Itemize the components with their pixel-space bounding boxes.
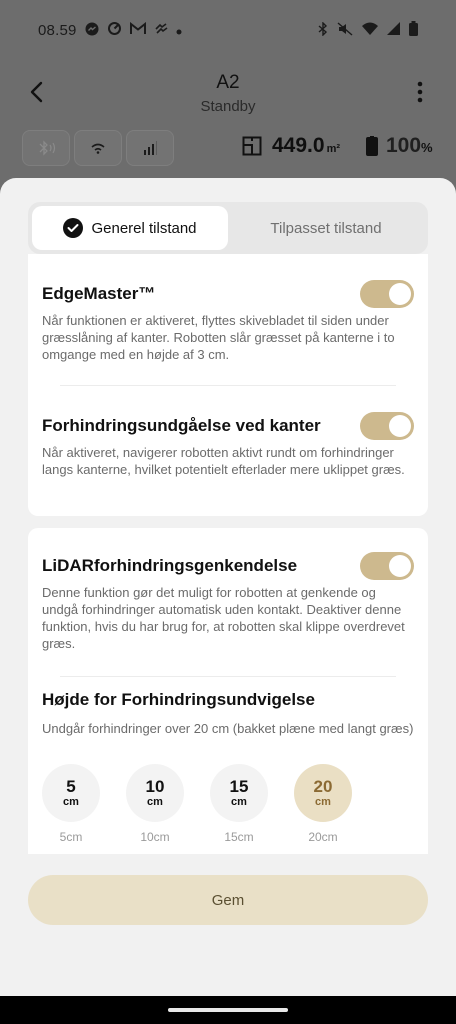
more-options-button[interactable] bbox=[408, 78, 432, 106]
edge-avoidance-title: Forhindringsundgåelse ved kanter bbox=[42, 416, 321, 435]
messenger-icon bbox=[85, 22, 99, 39]
edge-avoidance-description: Når aktiveret, navigerer robotten aktivt… bbox=[42, 445, 405, 477]
status-time: 08.59 bbox=[38, 21, 77, 39]
lidar-description: Denne funktion gør det muligt for robott… bbox=[42, 585, 405, 651]
avoid-height-description: Undgår forhindringer over 20 cm (bakket … bbox=[42, 721, 414, 736]
area-readout: 449.0 m² bbox=[242, 134, 340, 158]
system-nav-bar bbox=[0, 996, 456, 1024]
mowing-settings-sheet: Generel tilstand Tilpasset tilstand Edge… bbox=[0, 178, 456, 996]
height-option-circle-selected[interactable]: 20 cm bbox=[294, 764, 352, 822]
battery-readout: 100% bbox=[366, 134, 433, 158]
height-option-5[interactable]: 5 cm 5cm bbox=[42, 764, 100, 844]
status-left-icons bbox=[85, 21, 182, 39]
divider bbox=[60, 676, 396, 677]
height-option-unit: cm bbox=[63, 796, 79, 808]
edgemaster-toggle[interactable] bbox=[360, 280, 414, 308]
divider bbox=[60, 385, 396, 386]
height-option-label: 10cm bbox=[140, 830, 170, 844]
bluetooth-icon bbox=[318, 20, 328, 39]
gmail-icon bbox=[129, 21, 146, 38]
height-option-10[interactable]: 10 cm 10cm bbox=[126, 764, 184, 844]
height-option-unit: cm bbox=[231, 796, 247, 808]
height-option-number: 10 bbox=[145, 777, 165, 796]
app-icon bbox=[154, 22, 168, 38]
mode-tabs: Generel tilstand Tilpasset tilstand bbox=[28, 202, 428, 254]
bluetooth-connection-button[interactable] bbox=[22, 130, 70, 166]
map-area-icon bbox=[242, 136, 262, 156]
more-vertical-icon bbox=[417, 81, 423, 103]
status-bar: 08.59 bbox=[0, 0, 456, 60]
bluetooth-signal-icon bbox=[39, 140, 56, 156]
avoid-height-setting: Højde for Forhindringsundvigelse Undgår … bbox=[42, 690, 414, 737]
height-option-circle[interactable]: 5 cm bbox=[42, 764, 100, 822]
height-option-circle[interactable]: 10 cm bbox=[126, 764, 184, 822]
tab-general-mode-label: Generel tilstand bbox=[91, 219, 197, 237]
avoid-height-title: Højde for Forhindringsundvigelse bbox=[42, 690, 315, 709]
tab-general-mode[interactable]: Generel tilstand bbox=[32, 206, 228, 250]
height-option-number: 20 bbox=[313, 777, 333, 796]
battery-value: 100 bbox=[386, 134, 422, 157]
lidar-setting: LiDARforhindringsgenkendelse Denne funkt… bbox=[42, 552, 414, 652]
height-option-20[interactable]: 20 cm 20cm bbox=[294, 764, 352, 844]
device-info-row: 449.0 m² 100% bbox=[22, 130, 442, 166]
device-title: A2 bbox=[216, 72, 240, 93]
height-option-label: 5cm bbox=[59, 830, 83, 844]
cellular-connection-button[interactable] bbox=[126, 130, 174, 166]
height-option-label: 15cm bbox=[224, 830, 254, 844]
sync-icon bbox=[107, 21, 122, 39]
device-status: Standby bbox=[200, 98, 256, 115]
tab-custom-mode[interactable]: Tilpasset tilstand bbox=[228, 206, 424, 250]
battery-icon bbox=[409, 21, 418, 39]
height-option-number: 15 bbox=[229, 777, 249, 796]
device-battery-icon bbox=[366, 136, 378, 156]
toggle-knob bbox=[389, 555, 411, 577]
home-indicator[interactable] bbox=[168, 1008, 288, 1012]
background-app: 08.59 A2 Standby 449.0 m² 100% bbox=[0, 0, 456, 200]
cellular-signal-icon bbox=[144, 141, 157, 155]
height-option-label: 20cm bbox=[308, 830, 338, 844]
signal-icon bbox=[387, 22, 400, 38]
wifi-connection-button[interactable] bbox=[74, 130, 122, 166]
toggle-knob bbox=[389, 283, 411, 305]
height-option-15[interactable]: 15 cm 15cm bbox=[210, 764, 268, 844]
dot-icon bbox=[176, 23, 182, 38]
save-button[interactable]: Gem bbox=[28, 875, 428, 925]
edgemaster-description: Når funktionen er aktiveret, flyttes ski… bbox=[42, 313, 395, 362]
area-unit: m² bbox=[326, 143, 341, 155]
edge-avoidance-toggle[interactable] bbox=[360, 412, 414, 440]
battery-unit: % bbox=[421, 140, 433, 155]
toggle-knob bbox=[389, 415, 411, 437]
lidar-toggle[interactable] bbox=[360, 552, 414, 580]
edge-avoidance-setting: Forhindringsundgåelse ved kanter Når akt… bbox=[42, 412, 414, 478]
status-right-icons bbox=[318, 20, 418, 39]
check-circle-icon bbox=[63, 218, 84, 238]
app-header: A2 Standby bbox=[0, 68, 456, 120]
mute-icon bbox=[337, 21, 353, 39]
area-value: 449.0 bbox=[272, 134, 325, 157]
wifi-signal-icon bbox=[91, 143, 105, 154]
tab-custom-mode-label: Tilpasset tilstand bbox=[270, 219, 382, 237]
edgemaster-title: EdgeMaster™ bbox=[42, 284, 156, 303]
lidar-title: LiDARforhindringsgenkendelse bbox=[42, 556, 298, 575]
edgemaster-setting: EdgeMaster™ Når funktionen er aktiveret,… bbox=[42, 280, 414, 363]
edge-settings-card: EdgeMaster™ Når funktionen er aktiveret,… bbox=[28, 254, 428, 516]
height-options: 5 cm 5cm 10 cm 10cm 15 cm 15cm 20 cm 20c… bbox=[42, 764, 414, 854]
height-option-unit: cm bbox=[147, 796, 163, 808]
height-option-unit: cm bbox=[315, 796, 331, 808]
height-option-number: 5 bbox=[66, 777, 76, 796]
obstacle-settings-card: LiDARforhindringsgenkendelse Denne funkt… bbox=[28, 528, 428, 854]
height-option-circle[interactable]: 15 cm bbox=[210, 764, 268, 822]
wifi-icon bbox=[362, 22, 378, 38]
